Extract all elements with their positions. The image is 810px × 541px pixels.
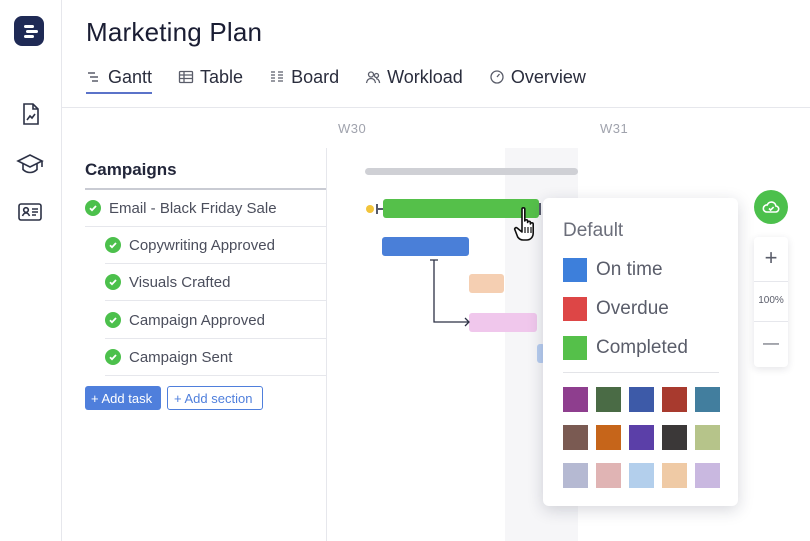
cloud-sync-button[interactable] xyxy=(754,190,788,224)
task-name: Campaign Approved xyxy=(129,311,265,329)
legend-label: Overdue xyxy=(596,298,669,319)
cloud-icon xyxy=(762,201,780,213)
palette-swatch[interactable] xyxy=(596,463,621,488)
overview-icon xyxy=(490,70,504,84)
tab-label: Board xyxy=(291,66,340,87)
color-menu-title[interactable]: Default xyxy=(563,220,623,242)
header-divider xyxy=(62,107,810,108)
task-row[interactable]: Campaign Sent xyxy=(105,339,326,376)
check-circle-icon[interactable] xyxy=(105,349,121,365)
week-label: W31 xyxy=(600,121,629,136)
week-label: W30 xyxy=(338,121,367,136)
task-row[interactable]: Visuals Crafted xyxy=(105,264,326,301)
task-name: Copywriting Approved xyxy=(129,236,275,254)
tab-label: Gantt xyxy=(108,66,153,87)
contact-card-icon[interactable] xyxy=(16,198,44,226)
tab-label: Workload xyxy=(387,66,463,87)
check-circle-icon[interactable] xyxy=(105,237,121,253)
dependency-arrow xyxy=(430,259,470,327)
legend-label: Completed xyxy=(596,337,688,358)
palette-swatch[interactable] xyxy=(629,463,654,488)
palette-swatch[interactable] xyxy=(596,425,621,450)
palette-swatch[interactable] xyxy=(662,463,687,488)
board-icon xyxy=(271,71,284,82)
add-task-button[interactable]: + Add task xyxy=(85,386,161,410)
color-swatch xyxy=(563,297,587,321)
popup-divider xyxy=(563,372,719,373)
left-rail xyxy=(0,0,62,541)
tab-overview[interactable]: Overview xyxy=(489,64,586,90)
logo-icon[interactable] xyxy=(14,16,44,46)
legend-label: On time xyxy=(596,259,663,280)
tab-label: Table xyxy=(200,66,244,87)
palette-swatch[interactable] xyxy=(563,463,588,488)
page-title: Marketing Plan xyxy=(86,17,263,47)
view-tabs: Gantt Table Board Workload Overview xyxy=(86,64,612,94)
palette-swatch[interactable] xyxy=(563,425,588,450)
palette-swatch[interactable] xyxy=(662,387,687,412)
palette-swatch[interactable] xyxy=(596,387,621,412)
palette-swatch[interactable] xyxy=(629,387,654,412)
palette-swatch[interactable] xyxy=(695,463,720,488)
tab-board[interactable]: Board xyxy=(269,64,339,90)
check-circle-icon[interactable] xyxy=(105,274,121,290)
check-circle-icon[interactable] xyxy=(105,312,121,328)
tab-table[interactable]: Table xyxy=(178,64,243,90)
section-summary-bar[interactable] xyxy=(365,168,578,175)
palette-swatch[interactable] xyxy=(629,425,654,450)
legend-on-time[interactable]: On time xyxy=(563,258,663,282)
legend-overdue[interactable]: Overdue xyxy=(563,297,669,321)
task-row[interactable]: Campaign Approved xyxy=(105,302,326,339)
task-row[interactable]: Copywriting Approved xyxy=(105,227,326,264)
task-name: Visuals Crafted xyxy=(129,273,231,291)
section-title[interactable]: Campaigns xyxy=(85,160,177,180)
zoom-out-button[interactable]: — xyxy=(754,327,788,361)
gantt-bar-campaign-approved[interactable] xyxy=(469,313,537,332)
graduation-cap-icon[interactable] xyxy=(16,150,44,178)
milestone-dot[interactable] xyxy=(366,205,374,213)
check-circle-icon[interactable] xyxy=(85,200,101,216)
tab-gantt[interactable]: Gantt xyxy=(86,64,153,94)
palette-swatch[interactable] xyxy=(563,387,588,412)
add-section-button[interactable]: + Add section xyxy=(167,386,263,410)
legend-completed[interactable]: Completed xyxy=(563,336,688,360)
zoom-controls: + 100% — xyxy=(754,237,788,367)
palette-swatch[interactable] xyxy=(662,425,687,450)
zoom-divider xyxy=(754,281,788,282)
document-icon[interactable] xyxy=(16,100,44,128)
color-swatch xyxy=(563,258,587,282)
gantt-bar-copywriting[interactable] xyxy=(382,237,469,256)
color-swatch xyxy=(563,336,587,360)
tab-label: Overview xyxy=(510,66,586,87)
palette-swatch[interactable] xyxy=(695,387,720,412)
task-row[interactable]: Email - Black Friday Sale xyxy=(85,190,326,227)
gantt-bar-visuals[interactable] xyxy=(469,274,504,293)
gantt-icon xyxy=(88,72,98,82)
palette-swatch[interactable] xyxy=(695,425,720,450)
color-menu-popup: Default On time Overdue Completed xyxy=(543,198,738,506)
table-icon xyxy=(178,70,194,84)
hand-cursor-icon xyxy=(513,207,534,241)
tab-workload[interactable]: Workload xyxy=(365,64,463,90)
zoom-level: 100% xyxy=(758,294,784,306)
task-name: Campaign Sent xyxy=(129,348,233,366)
task-name: Email - Black Friday Sale xyxy=(109,199,277,217)
workload-icon xyxy=(365,71,381,84)
zoom-divider xyxy=(754,321,788,322)
zoom-in-button[interactable]: + xyxy=(754,241,788,275)
